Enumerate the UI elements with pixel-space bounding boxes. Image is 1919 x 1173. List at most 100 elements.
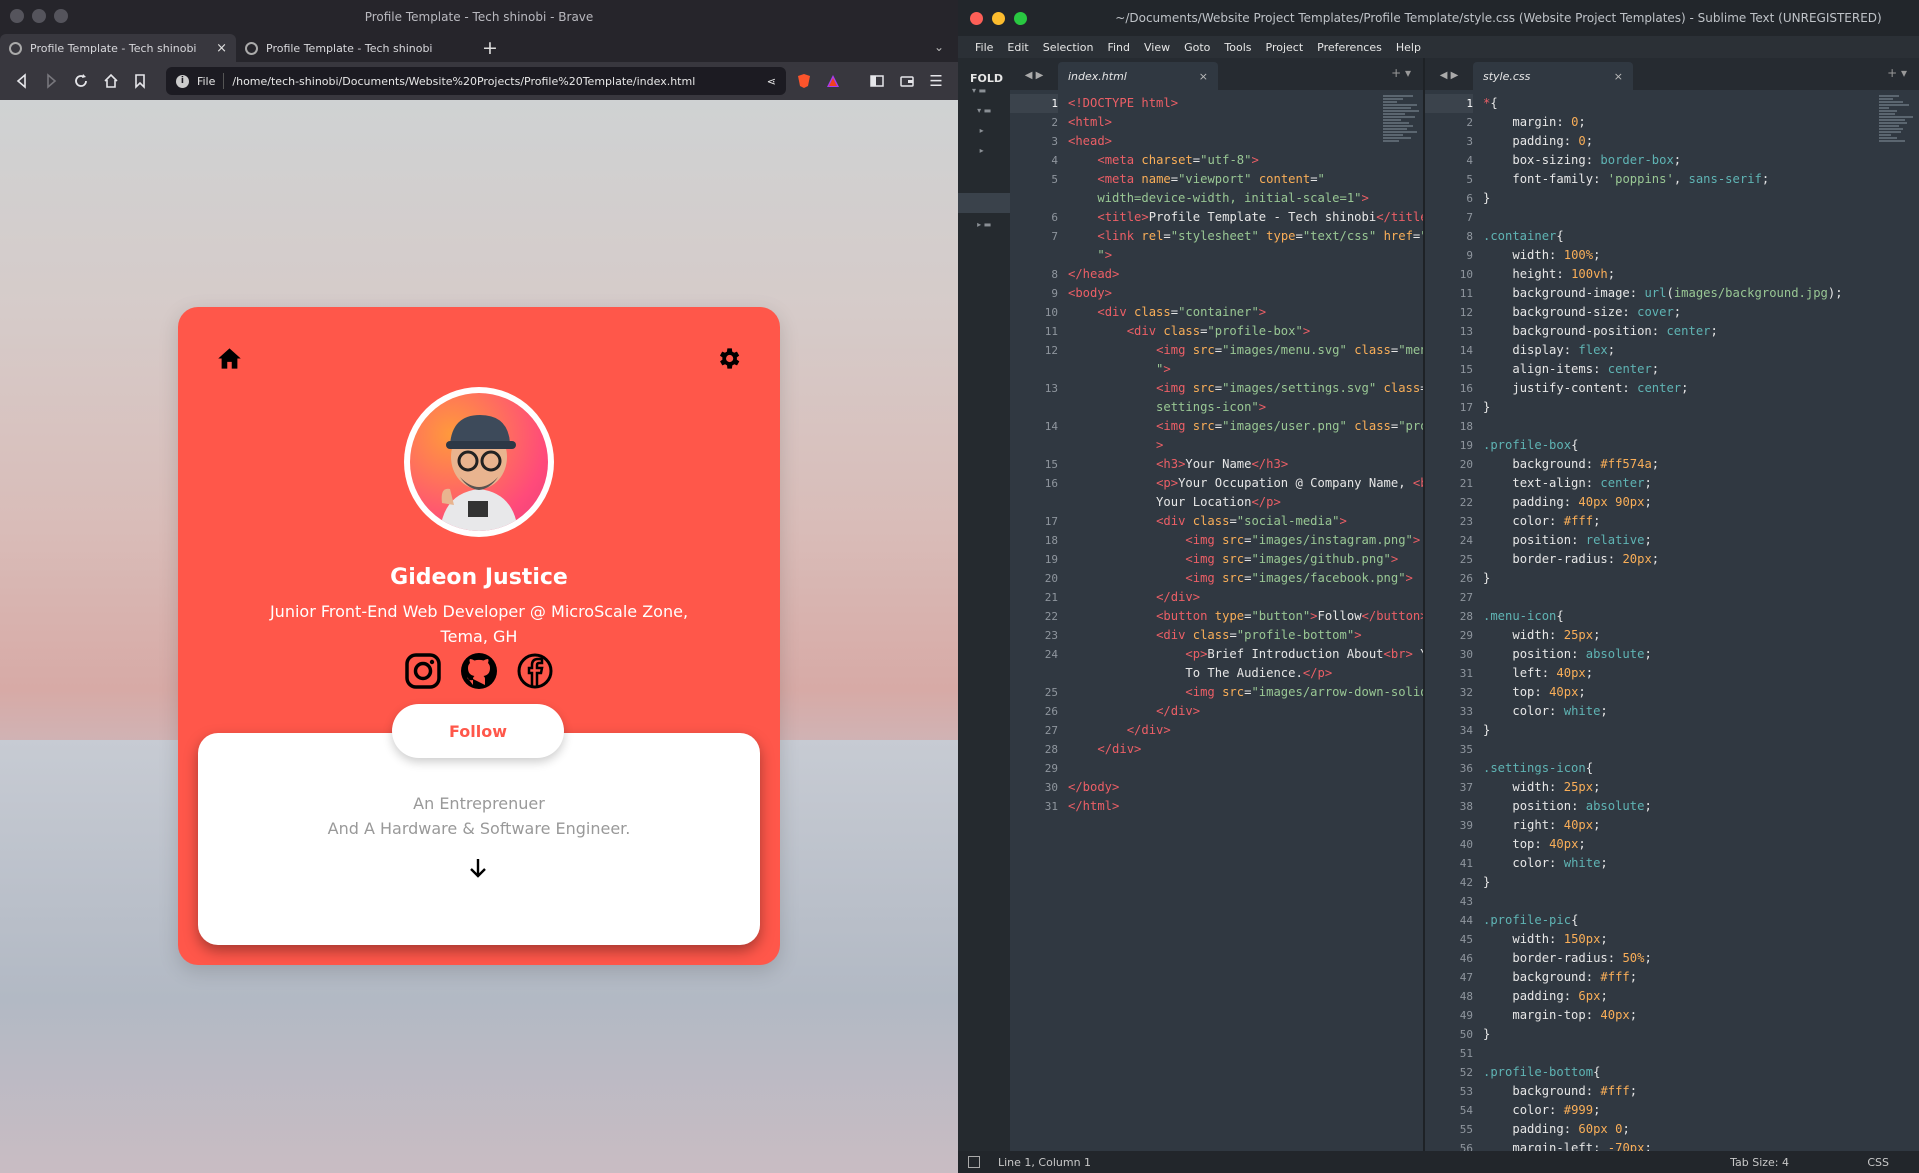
code-line[interactable]: text-align: center; (1483, 474, 1879, 493)
code-line[interactable]: <img src="images/instagram.png"> (1068, 531, 1420, 550)
code-line[interactable]: font-family: 'poppins', sans-serif; (1483, 170, 1879, 189)
menu-item[interactable]: Find (1100, 41, 1137, 54)
code-line[interactable]: padding: 6px; (1483, 987, 1879, 1006)
code-line[interactable]: <img src="images/arrow-down-solid.svg"> (1068, 683, 1423, 702)
code-line[interactable]: <img src="images/user.png" class="profil… (1068, 417, 1423, 436)
profile-avatar[interactable] (404, 387, 554, 537)
code-line[interactable]: height: 100vh; (1483, 265, 1879, 284)
info-icon[interactable]: i (175, 74, 189, 88)
browser-tab[interactable]: Profile Template - Tech shinobi × (0, 34, 236, 62)
code-line[interactable]: <meta name="viewport" content=" (1068, 170, 1383, 189)
hamburger-menu-icon[interactable]: ☰ (924, 68, 948, 94)
tab-nav-arrows-icon[interactable]: ◀ ▶ (1425, 70, 1473, 90)
code-editor[interactable]: 1 2 3 4 5 6 7 8 9 10 11 12 13 14 15 16 17 18 19 20 21 22 23 24 2… (1010, 94, 1423, 1151)
code-line[interactable]: width: 25px; (1483, 626, 1879, 645)
code-line[interactable]: </div> (1068, 740, 1383, 759)
code-line[interactable]: </div> (1068, 721, 1383, 740)
tab-size-indicator[interactable]: Tab Size: 4 (1730, 1156, 1789, 1169)
settings-gear-icon[interactable] (715, 345, 742, 372)
folder-tree-item-selected[interactable] (958, 193, 1010, 213)
close-window-button[interactable] (970, 12, 983, 25)
home-button[interactable] (99, 68, 123, 94)
menu-item[interactable]: Project (1259, 41, 1311, 54)
code-line[interactable]: <div class="social-media"> (1068, 512, 1383, 531)
panel-toggle-icon[interactable] (968, 1156, 980, 1168)
code-line[interactable]: .menu-icon{ (1483, 607, 1879, 626)
home-icon[interactable] (216, 345, 243, 372)
forward-button[interactable] (40, 68, 64, 94)
code-line[interactable]: <button type="button">Follow</button> (1068, 607, 1423, 626)
code-line[interactable]: padding: 60px 0; (1483, 1120, 1879, 1139)
code-line[interactable]: background: #fff; (1483, 1082, 1879, 1101)
folder-tree-item[interactable]: ▾ ▬ (972, 106, 991, 115)
code-line[interactable]: <!DOCTYPE html> (1068, 94, 1383, 113)
close-tab-icon[interactable]: × (1614, 70, 1623, 83)
wallet-icon[interactable] (895, 68, 919, 94)
code-line[interactable]: </div> (1068, 702, 1383, 721)
bookmark-button[interactable] (128, 68, 152, 94)
brave-rewards-icon[interactable] (822, 68, 846, 94)
reload-button[interactable] (69, 68, 93, 94)
code-line[interactable]: left: 40px; (1483, 664, 1879, 683)
code-line[interactable]: top: 40px; (1483, 683, 1879, 702)
address-bar[interactable]: i File /home/tech-shinobi/Documents/Webs… (165, 67, 786, 95)
code-line[interactable]: .profile-bottom{ (1483, 1063, 1879, 1082)
url-text[interactable]: /home/tech-shinobi/Documents/Website%20P… (232, 75, 758, 88)
code-line[interactable]: <div class="profile-box"> (1068, 322, 1383, 341)
code-line[interactable]: right: 40px; (1483, 816, 1879, 835)
code-line[interactable]: "> (1068, 246, 1383, 265)
code-lines[interactable]: <!DOCTYPE html> <html> <head> <meta charse… (1068, 94, 1423, 816)
code-line[interactable]: <head> (1068, 132, 1383, 151)
menu-item[interactable]: Tools (1217, 41, 1258, 54)
code-line[interactable]: } (1483, 398, 1879, 417)
code-line[interactable]: settings-icon"> (1068, 398, 1383, 417)
minimap[interactable] (1879, 94, 1917, 294)
new-tab-plus-icon[interactable]: + ▾ (1887, 66, 1907, 80)
code-line[interactable]: color: #999; (1483, 1101, 1879, 1120)
code-line[interactable]: position: absolute; (1483, 797, 1879, 816)
code-line[interactable]: margin: 0; (1483, 113, 1879, 132)
code-line[interactable]: </div> (1068, 588, 1383, 607)
code-line[interactable]: <img src="images/github.png"> (1068, 550, 1398, 569)
minimize-window-button[interactable] (992, 12, 1005, 25)
code-line[interactable]: color: #fff; (1483, 512, 1879, 531)
close-tab-icon[interactable]: × (216, 41, 227, 56)
syntax-indicator[interactable]: CSS (1867, 1156, 1889, 1169)
code-line[interactable]: border-radius: 50%; (1483, 949, 1879, 968)
code-line[interactable]: margin-top: 40px; (1483, 1006, 1879, 1025)
code-line[interactable]: > (1068, 436, 1383, 455)
back-button[interactable] (10, 68, 34, 94)
code-line[interactable]: display: flex; (1483, 341, 1879, 360)
code-line[interactable] (1483, 417, 1879, 436)
code-line[interactable]: padding: 40px 90px; (1483, 493, 1879, 512)
code-line[interactable]: "> (1068, 360, 1383, 379)
code-line[interactable]: } (1483, 569, 1879, 588)
sidebar-toggle-icon[interactable] (865, 68, 889, 94)
code-line[interactable]: <img src="images/settings.svg" class=" (1068, 379, 1423, 398)
tab-nav-arrows-icon[interactable]: ◀ ▶ (1010, 70, 1058, 90)
code-line[interactable]: .profile-box{ (1483, 436, 1879, 455)
folder-tree-item[interactable]: ▸ (972, 146, 984, 155)
folder-tree-item[interactable]: ▸ ▬ (972, 220, 991, 229)
code-line[interactable]: .container{ (1483, 227, 1879, 246)
code-editor[interactable]: 1 2 3 4 5 6 7 8 9 10 11 12 13 14 15 16 17 18 19 20 21 22 23 24 2… (1425, 94, 1919, 1151)
code-line[interactable]: <p>Your Occupation @ Company Name, <br> (1068, 474, 1423, 493)
editor-tab[interactable]: index.html × (1058, 62, 1218, 90)
code-line[interactable]: background-position: center; (1483, 322, 1879, 341)
menu-item[interactable]: Edit (1000, 41, 1035, 54)
menu-item[interactable]: File (968, 41, 1000, 54)
code-line[interactable]: background: #ff574a; (1483, 455, 1879, 474)
brave-shield-icon[interactable] (792, 68, 816, 94)
follow-button[interactable]: Follow (392, 704, 564, 758)
new-tab-button[interactable]: + (472, 34, 508, 62)
share-icon[interactable]: ⋖ (767, 75, 776, 88)
github-icon[interactable] (459, 651, 499, 691)
code-line[interactable]: width: 25px; (1483, 778, 1879, 797)
folder-tree-item[interactable]: ▸ (972, 126, 984, 135)
code-line[interactable]: padding: 0; (1483, 132, 1879, 151)
code-line[interactable]: border-radius: 20px; (1483, 550, 1879, 569)
code-line[interactable]: position: absolute; (1483, 645, 1879, 664)
code-line[interactable]: width: 100%; (1483, 246, 1879, 265)
code-line[interactable]: top: 40px; (1483, 835, 1879, 854)
code-line[interactable]: <p>Brief Introduction About<br> Yourself (1068, 645, 1423, 664)
